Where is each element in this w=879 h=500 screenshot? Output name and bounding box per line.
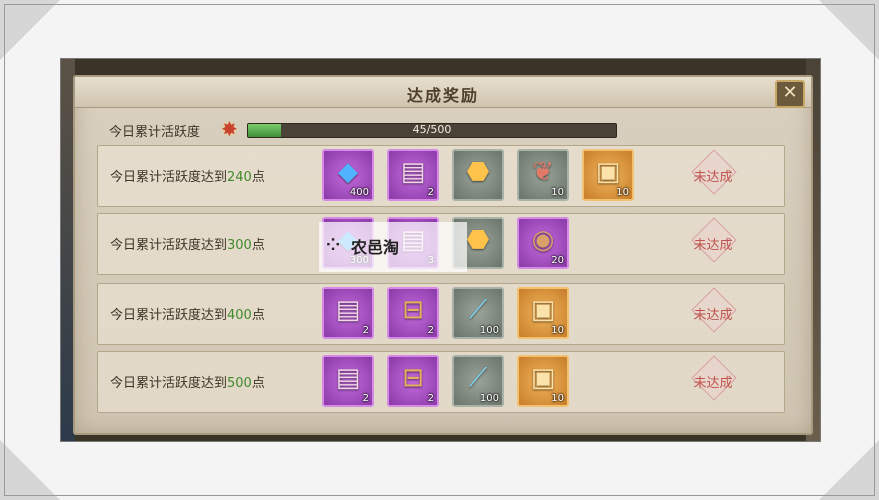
close-icon: ✕ — [782, 82, 798, 103]
scroll-card-icon: ▣ — [530, 295, 556, 325]
bronze-medal-icon: ◉ — [531, 225, 555, 255]
reward-item[interactable]: ⟋ 100 — [452, 355, 504, 407]
reward-row-label: 今日累计活跃度达到400点 — [110, 304, 265, 323]
row-label-suffix: 点 — [251, 170, 265, 185]
activity-progress-text: 45/500 — [412, 123, 452, 136]
reward-item-count: 2 — [362, 393, 369, 404]
reward-item-count: 10 — [616, 187, 629, 198]
reward-row-label: 今日累计活跃度达到500点 — [110, 372, 265, 391]
status-badge: 未达成 — [686, 287, 740, 333]
reward-item[interactable]: ▣ 10 — [517, 287, 569, 339]
status-text: 未达成 — [693, 238, 733, 253]
reward-item[interactable]: ▤ 2 — [322, 355, 374, 407]
reward-item[interactable]: ◉ 20 — [517, 217, 569, 269]
game-screen: 达成奖励 ✕ 今日累计活跃度 ✸ 45/500 今日累计活跃度达到240点 ◆ 40… — [60, 58, 821, 442]
watermark: ⁘ 农邑淘 — [319, 222, 467, 272]
row-label-prefix: 今日累计活跃度达到 — [110, 308, 228, 323]
row-points: 400 — [227, 308, 252, 323]
row-label-prefix: 今日累计活跃度达到 — [110, 376, 228, 391]
activity-star-icon: ✸ — [221, 117, 238, 141]
treasure-chest-icon: ⊟ — [402, 295, 424, 325]
potion-syringe-icon: ⟋ — [468, 363, 488, 393]
row-label-suffix: 点 — [251, 376, 265, 391]
reward-row: 今日累计活跃度达到400点 ▤ 2 ⊟ 2 ⟋ 100 ▣ 10 未达成 — [97, 283, 785, 345]
reward-item-count: 10 — [551, 187, 564, 198]
reward-item-count: 20 — [551, 255, 564, 266]
reward-item[interactable]: ◆ 400 — [322, 149, 374, 201]
treasure-chest-icon: ⊟ — [402, 363, 424, 393]
reward-item-count: 2 — [427, 393, 434, 404]
activity-progress-bar: 45/500 — [247, 123, 617, 138]
card-icon: ▤ — [335, 295, 361, 325]
reward-item[interactable]: ⬣ — [452, 149, 504, 201]
status-badge: 未达成 — [686, 217, 740, 263]
reward-item-count: 400 — [349, 187, 369, 198]
reward-item-count: 100 — [479, 325, 499, 336]
row-points: 500 — [227, 376, 252, 391]
reward-row: 今日累计活跃度达到500点 ▤ 2 ⊟ 2 ⟋ 100 ▣ 10 未达成 — [97, 351, 785, 413]
row-points: 240 — [227, 170, 252, 185]
watermark-text: 农邑淘 — [351, 238, 400, 257]
row-label-prefix: 今日累计活跃度达到 — [110, 238, 228, 253]
reward-item-count: 100 — [479, 393, 499, 404]
status-text: 未达成 — [693, 170, 733, 185]
reward-item-count: 2 — [427, 325, 434, 336]
reward-item[interactable]: ❦ 10 — [517, 149, 569, 201]
reward-item[interactable]: ⟋ 100 — [452, 287, 504, 339]
dialog-title: 达成奖励 — [406, 86, 479, 105]
reward-row-label: 今日累计活跃度达到240点 — [110, 166, 265, 185]
total-activity-row: 今日累计活跃度 ✸ 45/500 — [109, 117, 629, 141]
reward-row-label: 今日累计活跃度达到300点 — [110, 234, 265, 253]
potion-syringe-icon: ⟋ — [468, 295, 488, 325]
row-points: 300 — [227, 238, 252, 253]
amber-crystal-icon: ⬣ — [466, 157, 490, 187]
total-activity-label: 今日累计活跃度 — [109, 125, 201, 140]
reward-item[interactable]: ▣ 10 — [517, 355, 569, 407]
card-icon: ▤ — [335, 363, 361, 393]
reward-item[interactable]: ⊟ 2 — [387, 287, 439, 339]
close-button[interactable]: ✕ — [775, 80, 805, 108]
status-badge: 未达成 — [686, 149, 740, 195]
row-label-suffix: 点 — [251, 308, 265, 323]
status-badge: 未达成 — [686, 355, 740, 401]
watermark-logo-icon: ⁘ — [323, 231, 344, 259]
row-label-prefix: 今日累计活跃度达到 — [110, 170, 228, 185]
reward-item[interactable]: ⊟ 2 — [387, 355, 439, 407]
reward-item[interactable]: ▣ 10 — [582, 149, 634, 201]
scroll-card-icon: ▣ — [595, 157, 621, 187]
reward-item-count: 10 — [551, 325, 564, 336]
reward-row: 今日累计活跃度达到240点 ◆ 400 ▤ 2 ⬣ ❦ 10 ▣ 10 未达成 — [97, 145, 785, 207]
status-text: 未达成 — [693, 308, 733, 323]
reward-item-count: 10 — [551, 393, 564, 404]
status-text: 未达成 — [693, 376, 733, 391]
reward-item[interactable]: ▤ 2 — [387, 149, 439, 201]
reward-item-count: 2 — [362, 325, 369, 336]
reward-item-count: 2 — [427, 187, 434, 198]
blue-gem-icon: ◆ — [338, 157, 358, 187]
row-label-suffix: 点 — [251, 238, 265, 253]
reward-item[interactable]: ▤ 2 — [322, 287, 374, 339]
card-icon: ▤ — [400, 157, 426, 187]
dialog-header: 达成奖励 ✕ — [75, 77, 811, 108]
scroll-card-icon: ▣ — [530, 363, 556, 393]
meat-icon: ❦ — [532, 157, 554, 187]
